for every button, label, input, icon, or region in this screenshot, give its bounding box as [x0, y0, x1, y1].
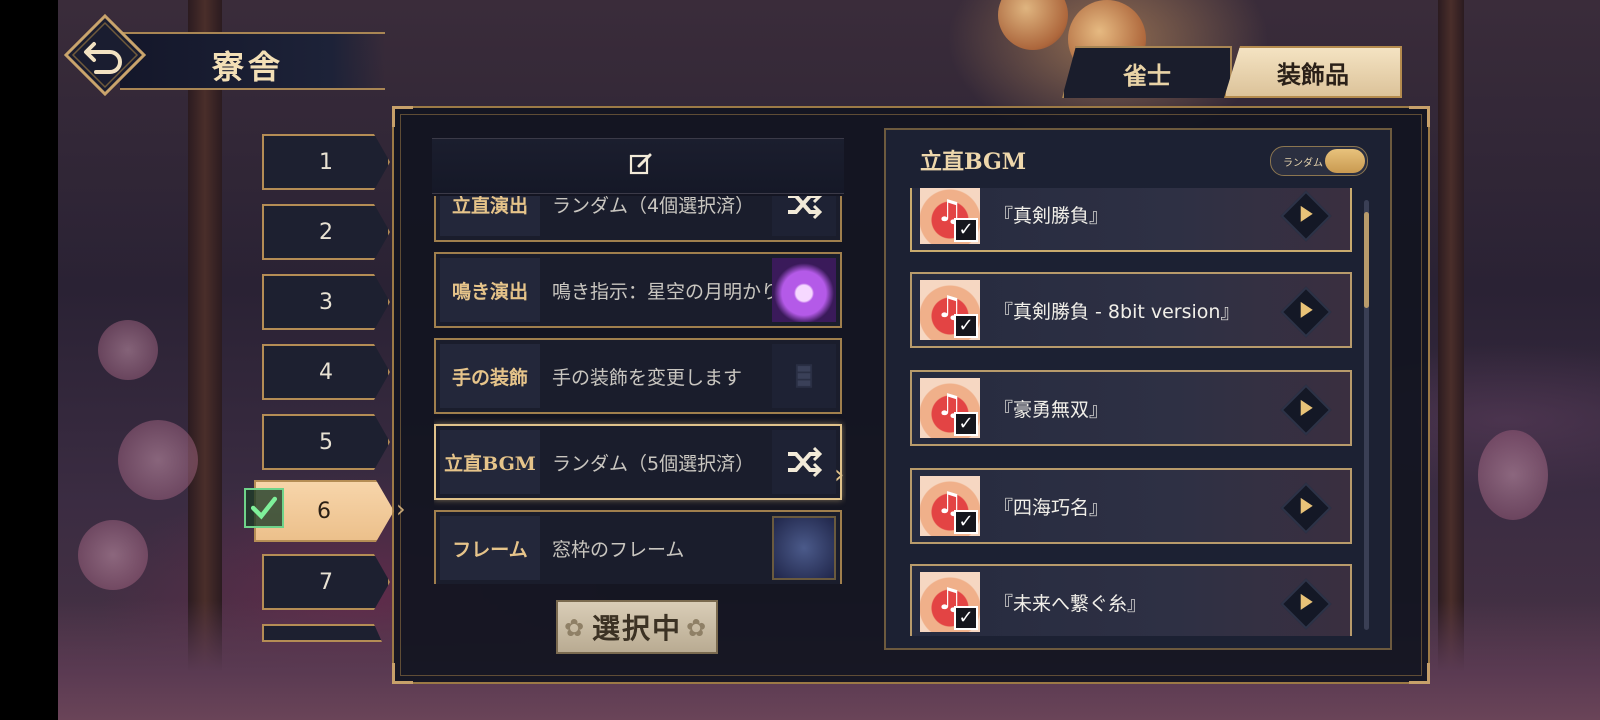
bgm-list: ♫ ✓ 『真剣勝負』 ♫ ✓ 『真剣勝負 - 8bit version』 ♫ ✓…	[910, 188, 1354, 636]
chevron-right-icon: ›	[834, 460, 845, 490]
page-title: 寮舎	[212, 48, 285, 86]
checkbox-checked-icon[interactable]: ✓	[954, 606, 978, 630]
slot-1[interactable]: 1	[262, 134, 390, 190]
random-toggle-label: ランダム	[1283, 158, 1323, 169]
checkbox-checked-icon[interactable]: ✓	[954, 412, 978, 436]
lantern	[998, 0, 1068, 50]
selected-button[interactable]: ✿ 選択中 ✿	[556, 600, 718, 654]
row-value: 手の装飾を変更します	[552, 366, 743, 389]
settings-list: 立直演出 ランダム（4個選択済） 鳴き演出 鳴き指示：星空の月明かり 手の装飾 …	[434, 196, 846, 584]
row-value: ランダム（4個選択済）	[552, 196, 755, 217]
row-call-effect[interactable]: 鳴き演出 鳴き指示：星空の月明かり	[434, 252, 842, 328]
row-label: 鳴き演出	[440, 258, 540, 322]
checkbox-checked-icon[interactable]: ✓	[954, 314, 978, 338]
play-icon[interactable]	[1280, 482, 1332, 534]
blossom	[118, 420, 198, 500]
tab-mahjong-player[interactable]: 雀士	[1062, 46, 1232, 98]
flower-icon: ✿	[564, 614, 585, 642]
row-hand-decoration[interactable]: 手の装飾 手の装飾を変更します	[434, 338, 842, 414]
selected-check-icon	[244, 488, 284, 528]
toggle-knob	[1325, 149, 1365, 173]
title-plate: 寮舎	[120, 32, 385, 90]
row-label: 立直演出	[440, 196, 540, 236]
scrollbar-thumb[interactable]	[1364, 212, 1369, 308]
chevron-right-icon: ›	[396, 495, 406, 523]
back-button[interactable]	[63, 13, 147, 97]
back-arrow-icon	[63, 13, 147, 97]
tab-decorations[interactable]: 装飾品	[1224, 46, 1402, 98]
checkbox-checked-icon[interactable]: ✓	[954, 510, 978, 534]
blossom	[78, 520, 148, 590]
slot-3[interactable]: 3	[262, 274, 390, 330]
play-icon[interactable]	[1280, 286, 1332, 338]
bgm-item[interactable]: ♫ ✓ 『豪勇無双』	[910, 370, 1352, 446]
random-toggle[interactable]: ランダム	[1270, 146, 1368, 176]
bgm-item[interactable]: ♫ ✓ 『未来へ繋ぐ糸』	[910, 564, 1352, 636]
hand-icon	[772, 344, 836, 408]
flower-icon: ✿	[686, 614, 707, 642]
scrollbar[interactable]	[1364, 200, 1369, 630]
bgm-name: 『四海巧名』	[994, 496, 1109, 519]
blossom	[98, 320, 158, 380]
bgm-name: 『真剣勝負 - 8bit version』	[994, 300, 1240, 323]
play-icon[interactable]	[1280, 190, 1332, 242]
edit-bar	[432, 138, 844, 194]
row-label: 立直BGM	[440, 430, 540, 494]
row-label: フレーム	[440, 516, 540, 580]
frame-thumbnail	[772, 516, 836, 580]
row-riichi-bgm[interactable]: 立直BGM ランダム（5個選択済）	[434, 424, 842, 500]
slot-4[interactable]: 4	[262, 344, 390, 400]
maneki-neko	[1478, 430, 1548, 520]
bgm-item[interactable]: ♫ ✓ 『真剣勝負 - 8bit version』	[910, 272, 1352, 348]
row-label: 手の装飾	[440, 344, 540, 408]
row-value: 鳴き指示：星空の月明かり	[552, 280, 781, 303]
slot-2[interactable]: 2	[262, 204, 390, 260]
selected-button-label: 選択中	[591, 612, 682, 645]
play-icon[interactable]	[1280, 384, 1332, 436]
bgm-panel: 立直BGM ランダム ♫ ✓ 『真剣勝負』 ♫ ✓ 『真剣勝負 - 8bit v…	[884, 128, 1392, 650]
bgm-name: 『豪勇無双』	[994, 398, 1109, 421]
shuffle-icon	[772, 430, 836, 494]
row-value: ランダム（5個選択済）	[552, 452, 755, 475]
starry-moon-thumbnail	[772, 258, 836, 322]
row-frame[interactable]: フレーム 窓枠のフレーム	[434, 510, 842, 584]
bgm-name: 『真剣勝負』	[994, 204, 1109, 227]
bgm-panel-title: 立直BGM	[920, 149, 1027, 175]
slot-5[interactable]: 5	[262, 414, 390, 470]
bgm-item[interactable]: ♫ ✓ 『四海巧名』	[910, 468, 1352, 544]
row-riichi-effect[interactable]: 立直演出 ランダム（4個選択済）	[434, 196, 842, 242]
checkbox-checked-icon[interactable]: ✓	[954, 218, 978, 242]
slot-8-partial[interactable]	[262, 624, 382, 642]
slot-7[interactable]: 7	[262, 554, 390, 610]
bgm-item[interactable]: ♫ ✓ 『真剣勝負』	[910, 188, 1352, 252]
bgm-name: 『未来へ繋ぐ糸』	[994, 592, 1147, 615]
play-icon[interactable]	[1280, 578, 1332, 630]
shuffle-icon	[772, 196, 836, 236]
row-value: 窓枠のフレーム	[552, 538, 685, 561]
edit-icon[interactable]	[628, 151, 654, 177]
